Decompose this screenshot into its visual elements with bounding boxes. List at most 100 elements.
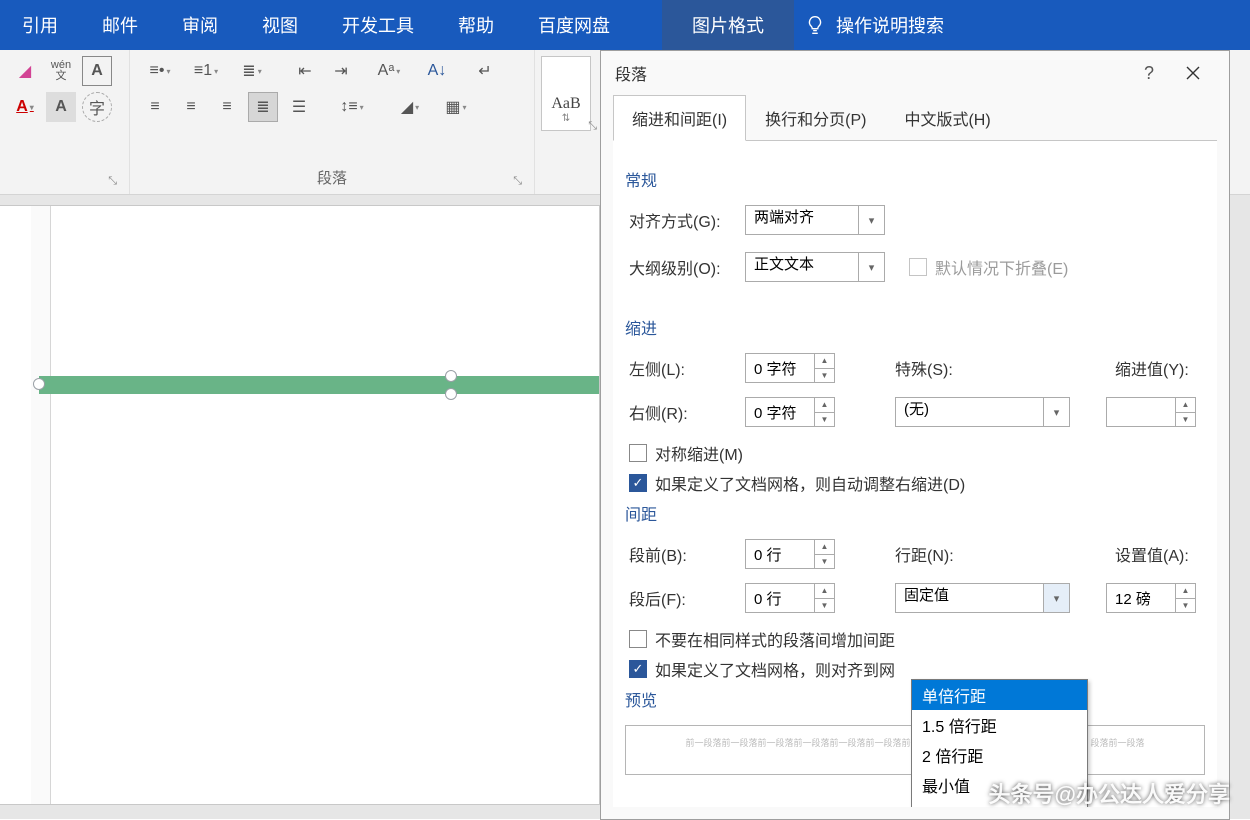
spacing-at-label: 设置值(A): — [1115, 542, 1205, 566]
tab-mailings[interactable]: 邮件 — [80, 0, 160, 50]
selected-shape[interactable] — [39, 376, 599, 394]
bullets-button[interactable]: ≡• — [140, 56, 180, 86]
tab-line-page-breaks[interactable]: 换行和分页(P) — [746, 95, 885, 141]
special-indent-label: 特殊(S): — [895, 356, 975, 380]
align-center-button[interactable]: ≡ — [176, 92, 206, 122]
outline-level-combo[interactable]: 正文文本 ▾ — [745, 252, 885, 282]
show-marks-button[interactable]: ↵ — [470, 56, 500, 86]
alignment-label: 对齐方式(G): — [625, 208, 735, 232]
spin-down-icon[interactable]: ▼ — [814, 599, 834, 613]
resize-handle-bottom[interactable] — [445, 388, 457, 400]
clear-formatting-button[interactable]: ◢ — [10, 56, 40, 86]
line-spacing-option-at-least[interactable]: 最小值 — [912, 770, 1087, 800]
space-before-input[interactable] — [746, 540, 814, 568]
spin-down-icon[interactable]: ▼ — [814, 413, 834, 427]
no-space-same-style-label: 不要在相同样式的段落间增加间距 — [655, 627, 895, 651]
line-spacing-option-exactly[interactable]: 固定值 — [912, 800, 1087, 807]
spin-down-icon[interactable]: ▼ — [814, 369, 834, 383]
tab-references[interactable]: 引用 — [0, 0, 80, 50]
snap-to-grid-label: 如果定义了文档网格，则对齐到网 — [655, 657, 895, 681]
font-dialog-launcher[interactable]: ⤡ — [108, 175, 117, 188]
auto-adjust-right-indent-checkbox[interactable]: ✓ — [629, 474, 647, 492]
indent-by-spinner[interactable]: ▲▼ — [1106, 397, 1196, 427]
borders-button[interactable]: ▦ — [436, 92, 476, 122]
phonetic-guide-button[interactable]: wén文 — [46, 56, 76, 86]
numbering-button[interactable]: ≡1 — [186, 56, 226, 86]
tab-review[interactable]: 审阅 — [160, 0, 240, 50]
line-spacing-value: 固定值 — [896, 584, 1043, 612]
spin-up-icon[interactable]: ▲ — [1175, 584, 1195, 599]
highlight-button[interactable]: A — [46, 92, 76, 122]
mirror-indents-label: 对称缩进(M) — [655, 441, 743, 465]
indent-left-label: 左侧(L): — [625, 356, 735, 380]
tell-me-search[interactable]: 操作说明搜索 — [804, 12, 944, 38]
tab-help[interactable]: 帮助 — [436, 0, 516, 50]
space-after-input[interactable] — [746, 584, 814, 612]
spin-up-icon[interactable]: ▲ — [814, 540, 834, 555]
decrease-indent-button[interactable]: ⇤ — [290, 56, 320, 86]
dialog-help-button[interactable]: ? — [1127, 51, 1171, 95]
line-spacing-option-one-half[interactable]: 1.5 倍行距 — [912, 710, 1087, 740]
line-spacing-combo[interactable]: 固定值 ▾ — [895, 583, 1070, 613]
multilevel-list-button[interactable]: ≣ — [232, 56, 272, 86]
spin-up-icon[interactable]: ▲ — [814, 354, 834, 369]
align-justify-button[interactable]: ≣ — [248, 92, 278, 122]
character-border-button[interactable]: A — [82, 56, 112, 86]
special-indent-combo[interactable]: (无) ▾ — [895, 397, 1070, 427]
lightbulb-icon — [804, 14, 826, 36]
indent-right-input[interactable] — [746, 398, 814, 426]
alignment-value: 两端对齐 — [746, 206, 858, 234]
dialog-titlebar[interactable]: 段落 ? — [601, 51, 1229, 95]
space-after-spinner[interactable]: ▲▼ — [745, 583, 835, 613]
style-arrows-icon: ⇅ — [562, 113, 570, 124]
align-right-button[interactable]: ≡ — [212, 92, 242, 122]
spin-up-icon[interactable]: ▲ — [814, 398, 834, 413]
mirror-indents-checkbox[interactable] — [629, 444, 647, 462]
tab-picture-format[interactable]: 图片格式 — [662, 0, 794, 50]
no-space-same-style-checkbox[interactable] — [629, 630, 647, 648]
sort-button[interactable]: A↓ — [422, 56, 452, 86]
style-gallery-item[interactable]: AaB ⇅ — [541, 56, 591, 131]
styles-dialog-launcher[interactable]: ⤡ — [588, 120, 597, 133]
line-spacing-option-double[interactable]: 2 倍行距 — [912, 740, 1087, 770]
indent-section-title: 缩进 — [625, 315, 1205, 339]
font-color-button[interactable]: A — [10, 92, 40, 122]
tab-indent-spacing[interactable]: 缩进和间距(I) — [613, 95, 746, 141]
indent-by-input[interactable] — [1107, 398, 1175, 426]
paragraph-dialog-launcher[interactable]: ⤡ — [513, 175, 522, 188]
ribbon-tab-bar: 引用 邮件 审阅 视图 开发工具 帮助 百度网盘 图片格式 操作说明搜索 — [0, 0, 1250, 50]
indent-right-spinner[interactable]: ▲▼ — [745, 397, 835, 427]
general-section-title: 常规 — [625, 167, 1205, 191]
spin-up-icon[interactable]: ▲ — [1175, 398, 1195, 413]
align-left-button[interactable]: ≡ — [140, 92, 170, 122]
enclose-character-button[interactable]: 字 — [82, 92, 112, 122]
space-before-spinner[interactable]: ▲▼ — [745, 539, 835, 569]
tab-view[interactable]: 视图 — [240, 0, 320, 50]
spin-down-icon[interactable]: ▼ — [1175, 599, 1195, 613]
tab-asian-typography[interactable]: 中文版式(H) — [885, 95, 1009, 141]
indent-left-input[interactable] — [746, 354, 814, 382]
dialog-close-button[interactable] — [1171, 51, 1215, 95]
vertical-ruler[interactable] — [31, 206, 51, 804]
resize-handle-top[interactable] — [445, 370, 457, 382]
spacing-at-input[interactable] — [1107, 584, 1175, 612]
tab-baidu-netdisk[interactable]: 百度网盘 — [516, 0, 632, 50]
chevron-down-icon: ▾ — [858, 206, 884, 234]
asian-layout-button[interactable]: Aᵃ — [374, 56, 404, 86]
spin-up-icon[interactable]: ▲ — [814, 584, 834, 599]
distributed-button[interactable]: ☰ — [284, 92, 314, 122]
increase-indent-button[interactable]: ⇥ — [326, 56, 356, 86]
shading-button[interactable]: ◢ — [390, 92, 430, 122]
spacing-at-spinner[interactable]: ▲▼ — [1106, 583, 1196, 613]
indent-left-spinner[interactable]: ▲▼ — [745, 353, 835, 383]
snap-to-grid-checkbox[interactable]: ✓ — [629, 660, 647, 678]
page[interactable] — [0, 205, 600, 805]
spin-down-icon[interactable]: ▼ — [814, 555, 834, 569]
resize-handle-left[interactable] — [33, 378, 45, 390]
tab-developer[interactable]: 开发工具 — [320, 0, 436, 50]
line-spacing-option-single[interactable]: 单倍行距 — [912, 680, 1087, 710]
alignment-combo[interactable]: 两端对齐 ▾ — [745, 205, 885, 235]
spin-down-icon[interactable]: ▼ — [1175, 413, 1195, 427]
line-spacing-button[interactable]: ↕≡ — [332, 92, 372, 122]
outline-level-value: 正文文本 — [746, 253, 858, 281]
